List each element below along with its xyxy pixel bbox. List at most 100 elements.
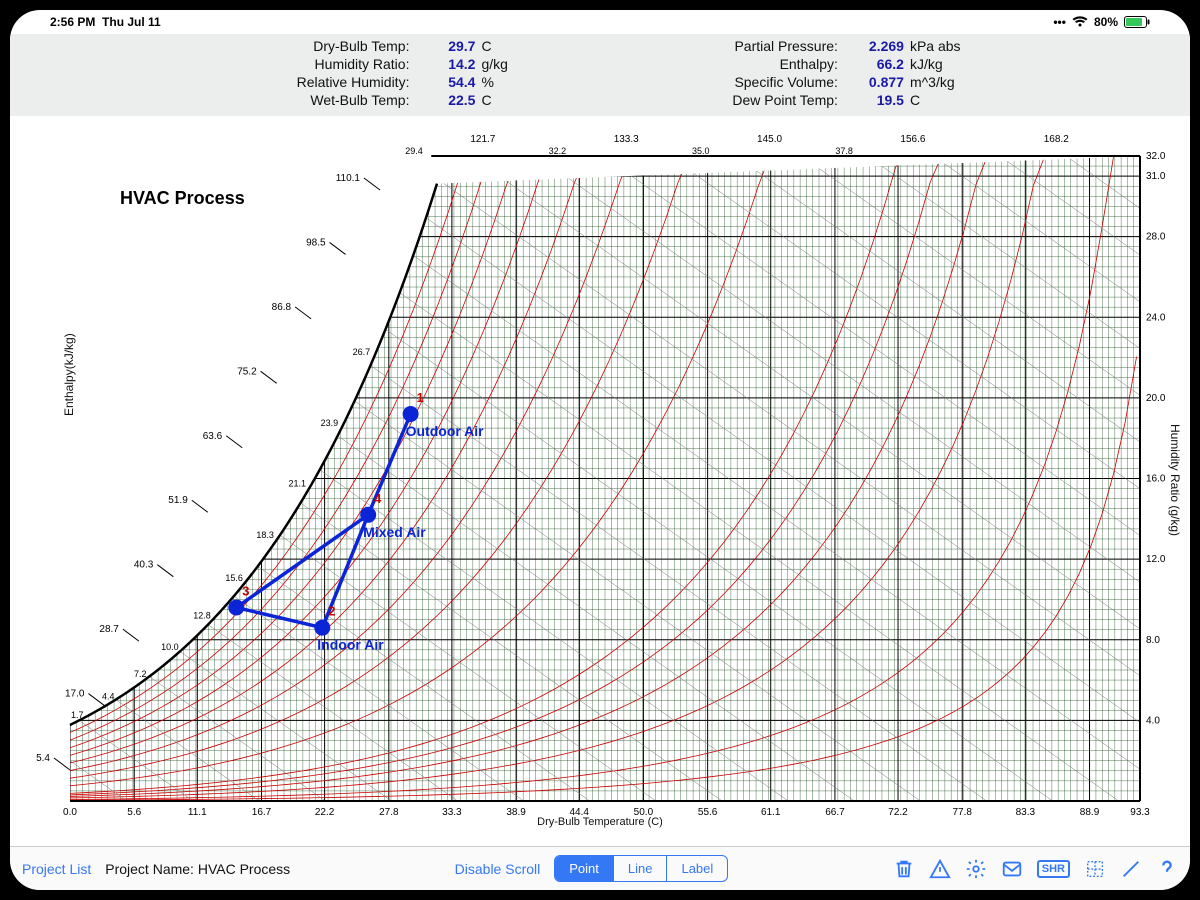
warning-icon[interactable] bbox=[929, 858, 951, 880]
readout-row: Dew Point Temp:19.5C bbox=[668, 92, 961, 108]
process-segment[interactable] bbox=[236, 608, 322, 628]
trash-icon[interactable] bbox=[893, 858, 915, 880]
svg-text:11.1: 11.1 bbox=[188, 807, 207, 818]
svg-text:31.0: 31.0 bbox=[1146, 171, 1166, 182]
svg-text:29.4: 29.4 bbox=[405, 146, 423, 156]
svg-text:18.3: 18.3 bbox=[256, 530, 274, 540]
svg-text:16.7: 16.7 bbox=[252, 807, 272, 818]
process-point-1[interactable] bbox=[403, 406, 419, 422]
status-time: 2:56 PM bbox=[50, 15, 95, 29]
project-list-link[interactable]: Project List bbox=[22, 861, 91, 877]
svg-text:21.1: 21.1 bbox=[288, 478, 306, 488]
point-index: 1 bbox=[417, 390, 424, 405]
point-index: 3 bbox=[242, 584, 249, 599]
readout-row: Partial Pressure:2.269kPa abs bbox=[668, 38, 961, 54]
point-label: Indoor Air bbox=[317, 637, 384, 653]
svg-text:20.0: 20.0 bbox=[1146, 393, 1166, 404]
grid-select-icon[interactable] bbox=[1084, 858, 1106, 880]
process-point-3[interactable] bbox=[228, 600, 244, 616]
battery-percent: 80% bbox=[1094, 15, 1118, 29]
svg-text:145.0: 145.0 bbox=[757, 134, 782, 145]
svg-text:10.0: 10.0 bbox=[161, 642, 179, 652]
svg-text:35.0: 35.0 bbox=[692, 146, 710, 156]
svg-text:86.8: 86.8 bbox=[272, 302, 292, 313]
svg-text:32.2: 32.2 bbox=[549, 146, 567, 156]
readout-panel: Dry-Bulb Temp:29.7C Humidity Ratio:14.2g/… bbox=[10, 34, 1190, 116]
svg-text:61.1: 61.1 bbox=[761, 807, 781, 818]
svg-text:4.4: 4.4 bbox=[102, 692, 115, 702]
point-label: Mixed Air bbox=[363, 524, 426, 540]
bottom-toolbar: Project List Project Name: HVAC Process … bbox=[10, 846, 1190, 890]
svg-text:50.0: 50.0 bbox=[634, 807, 654, 818]
svg-text:37.8: 37.8 bbox=[835, 146, 853, 156]
svg-text:32.0: 32.0 bbox=[1146, 151, 1166, 162]
readout-row: Relative Humidity:54.4% bbox=[239, 74, 507, 90]
svg-text:98.5: 98.5 bbox=[306, 237, 326, 248]
svg-text:121.7: 121.7 bbox=[470, 134, 495, 145]
svg-text:4.0: 4.0 bbox=[1146, 715, 1160, 726]
segment-point[interactable]: Point bbox=[555, 856, 613, 881]
svg-text:33.3: 33.3 bbox=[442, 807, 462, 818]
svg-text:66.7: 66.7 bbox=[825, 807, 845, 818]
mode-segmented-control[interactable]: PointLineLabel bbox=[554, 855, 728, 882]
status-bar: 2:56 PM Thu Jul 11 ••• 80% bbox=[10, 10, 1190, 34]
readout-row: Wet-Bulb Temp:22.5C bbox=[239, 92, 507, 108]
readout-row: Humidity Ratio:14.2g/kg bbox=[239, 56, 507, 72]
project-name-label: Project Name: HVAC Process bbox=[105, 861, 290, 877]
svg-text:5.6: 5.6 bbox=[127, 807, 141, 818]
shr-button[interactable]: SHR bbox=[1037, 860, 1070, 878]
svg-text:75.2: 75.2 bbox=[237, 366, 257, 377]
battery-icon bbox=[1124, 16, 1150, 28]
status-date: Thu Jul 11 bbox=[102, 15, 161, 29]
process-point-2[interactable] bbox=[314, 620, 330, 636]
svg-text:44.4: 44.4 bbox=[569, 807, 589, 818]
svg-text:28.7: 28.7 bbox=[99, 624, 119, 635]
svg-text:23.9: 23.9 bbox=[321, 418, 339, 428]
svg-text:15.6: 15.6 bbox=[225, 573, 243, 583]
point-index: 4 bbox=[374, 491, 382, 506]
line-tool-icon[interactable] bbox=[1120, 858, 1142, 880]
point-index: 2 bbox=[328, 604, 335, 619]
mail-icon[interactable] bbox=[1001, 858, 1023, 880]
svg-text:1.7: 1.7 bbox=[71, 710, 84, 720]
svg-text:26.7: 26.7 bbox=[353, 347, 371, 357]
svg-text:12.0: 12.0 bbox=[1146, 554, 1166, 565]
location-indicator-icon: ••• bbox=[1053, 15, 1066, 29]
svg-text:133.3: 133.3 bbox=[614, 134, 639, 145]
segment-line[interactable]: Line bbox=[613, 856, 667, 881]
readout-row: Specific Volume:0.877m^3/kg bbox=[668, 74, 961, 90]
point-label: Outdoor Air bbox=[406, 423, 485, 439]
wifi-icon bbox=[1072, 16, 1088, 28]
svg-text:72.2: 72.2 bbox=[888, 807, 908, 818]
svg-text:12.8: 12.8 bbox=[193, 610, 211, 620]
svg-text:51.9: 51.9 bbox=[168, 495, 188, 506]
svg-text:27.8: 27.8 bbox=[379, 807, 399, 818]
svg-text:24.0: 24.0 bbox=[1146, 312, 1166, 323]
svg-text:55.6: 55.6 bbox=[698, 807, 718, 818]
process-point-4[interactable] bbox=[360, 507, 376, 523]
svg-text:5.4: 5.4 bbox=[36, 753, 50, 764]
svg-text:17.0: 17.0 bbox=[65, 689, 85, 700]
svg-text:77.8: 77.8 bbox=[953, 807, 973, 818]
svg-text:7.2: 7.2 bbox=[134, 669, 147, 679]
svg-text:40.3: 40.3 bbox=[134, 560, 154, 571]
gear-icon[interactable] bbox=[965, 858, 987, 880]
svg-text:28.0: 28.0 bbox=[1146, 232, 1166, 243]
svg-text:16.0: 16.0 bbox=[1146, 474, 1166, 485]
svg-text:93.3: 93.3 bbox=[1130, 807, 1150, 818]
svg-text:168.2: 168.2 bbox=[1044, 134, 1069, 145]
disable-scroll-button[interactable]: Disable Scroll bbox=[455, 861, 541, 877]
svg-text:38.9: 38.9 bbox=[506, 807, 526, 818]
svg-text:0.0: 0.0 bbox=[63, 807, 77, 818]
segment-label[interactable]: Label bbox=[666, 856, 727, 881]
readout-row: Enthalpy:66.2kJ/kg bbox=[668, 56, 961, 72]
psychrometric-chart[interactable]: HVAC Process Enthalpy(kJ/kg) Humidity Ra… bbox=[10, 116, 1190, 846]
svg-text:8.0: 8.0 bbox=[1146, 635, 1160, 646]
readout-row: Dry-Bulb Temp:29.7C bbox=[239, 38, 507, 54]
svg-text:88.9: 88.9 bbox=[1080, 807, 1100, 818]
svg-text:22.2: 22.2 bbox=[315, 807, 335, 818]
svg-text:110.1: 110.1 bbox=[336, 173, 361, 184]
help-icon[interactable] bbox=[1156, 858, 1178, 880]
svg-text:156.6: 156.6 bbox=[900, 134, 925, 145]
svg-text:63.6: 63.6 bbox=[203, 431, 223, 442]
